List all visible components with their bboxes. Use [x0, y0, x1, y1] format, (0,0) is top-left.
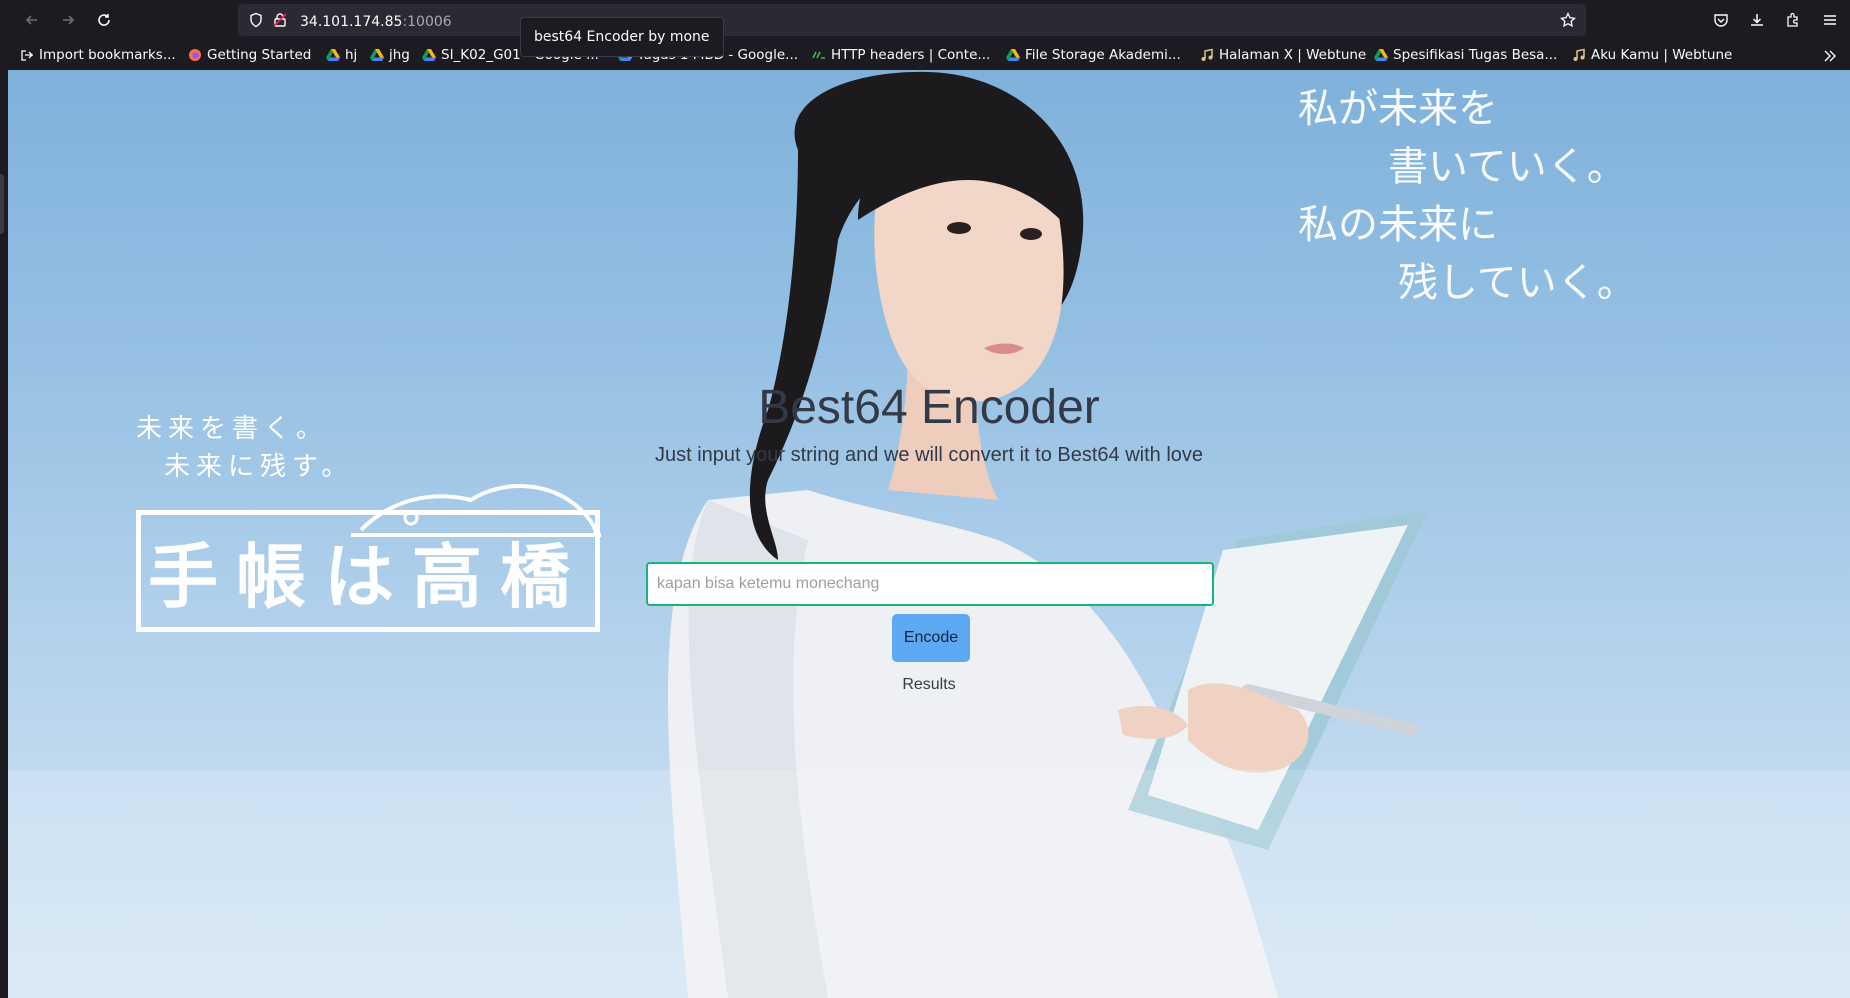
bookmark-file-storage[interactable]: File Storage Akademi...	[1006, 46, 1181, 64]
bookmark-jhg[interactable]: jhg	[370, 46, 410, 64]
slogan-line: 私が未来を	[1298, 86, 1498, 132]
encode-button[interactable]: Encode	[892, 614, 970, 662]
music-note-icon	[1200, 48, 1214, 62]
handwritten-slogan: 私が未来を 書いていく。 私の未来に 残していく。	[1298, 80, 1658, 312]
menu-icon[interactable]	[1822, 12, 1838, 32]
slogan-line: 書いていく。	[1388, 144, 1627, 190]
bookmark-halaman-x[interactable]: Halaman X | Webtune	[1200, 46, 1366, 64]
sidebar-handle[interactable]	[0, 174, 4, 234]
forward-icon[interactable]	[56, 8, 80, 32]
bookmark-aku-kamu[interactable]: Aku Kamu | Webtune	[1572, 46, 1732, 64]
tracking-shield-icon[interactable]	[248, 12, 264, 32]
page-viewport: 私が未来を 書いていく。 私の未来に 残していく。 未来を書く。 未来に残す。 …	[8, 70, 1850, 998]
tab-tooltip: best64 Encoder by mone	[520, 17, 724, 57]
downloads-icon[interactable]	[1749, 12, 1765, 32]
url-host: 34.101.174.85	[300, 14, 403, 30]
url-port: :10006	[402, 14, 452, 30]
string-input[interactable]	[646, 562, 1214, 606]
bookmark-getting-started[interactable]: Getting Started	[188, 46, 311, 64]
bookmark-star-icon[interactable]	[1560, 11, 1576, 32]
reload-icon[interactable]	[92, 8, 116, 32]
bookmarks-overflow-chevron-icon[interactable]	[1822, 48, 1838, 67]
bookmark-spesifikasi[interactable]: Spesifikasi Tugas Besa...	[1374, 46, 1557, 64]
seal-mascot-icon	[351, 484, 601, 537]
bookmark-import[interactable]: Import bookmarks...	[20, 46, 176, 64]
google-drive-icon	[1374, 48, 1388, 62]
extensions-icon[interactable]	[1785, 12, 1801, 32]
firefox-icon	[188, 48, 202, 62]
bookmark-hj[interactable]: hj	[326, 46, 357, 64]
slogan-line: 残していく。	[1398, 260, 1637, 306]
bookmark-http-headers[interactable]: HTTP headers | Conte...	[812, 46, 990, 64]
back-icon[interactable]	[20, 8, 44, 32]
google-drive-icon	[326, 48, 340, 62]
google-drive-icon	[370, 48, 384, 62]
google-drive-icon	[422, 48, 436, 62]
url-bar[interactable]: 34.101.174.85:10006	[238, 4, 1586, 36]
google-drive-icon	[1006, 48, 1020, 62]
slogan-line: 私の未来に	[1298, 202, 1498, 248]
results-label: Results	[902, 676, 956, 693]
browser-toolbar: 34.101.174.85:10006	[0, 0, 1850, 40]
pocket-icon[interactable]	[1713, 12, 1729, 32]
sidebar-edge	[0, 70, 8, 998]
lock-warning-icon[interactable]	[272, 12, 288, 32]
mdn-icon	[812, 48, 826, 62]
import-icon	[20, 48, 34, 62]
page-subtitle: Just input your string and we will conve…	[654, 444, 1204, 466]
music-note-icon	[1572, 48, 1586, 62]
page-title: Best64 Encoder	[758, 381, 1100, 434]
bookmarks-toolbar: Import bookmarks... Getting Started hj j…	[0, 40, 1850, 71]
